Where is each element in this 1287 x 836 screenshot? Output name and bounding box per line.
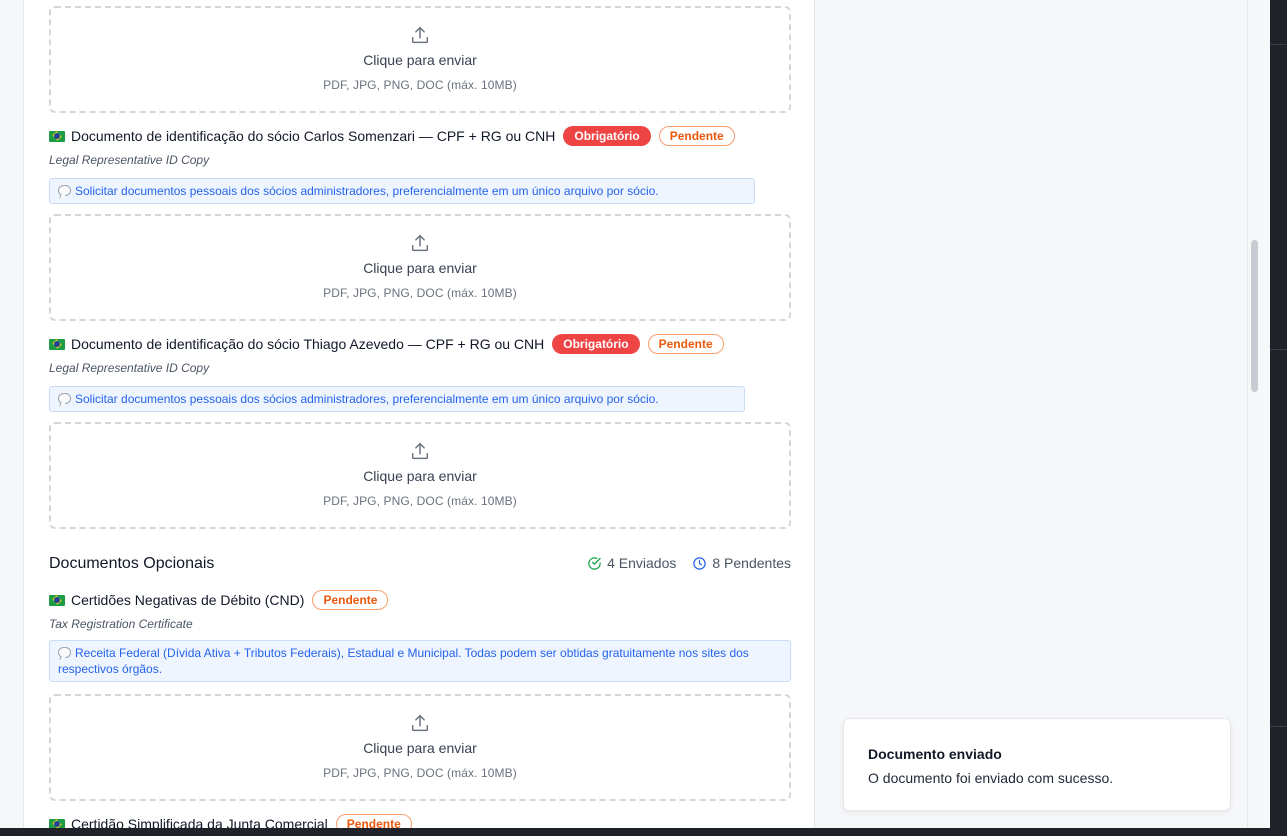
section-stats: 4 Enviados 8 Pendentes	[587, 555, 791, 571]
doc-title: Documento de identificação do sócio Thia…	[49, 336, 544, 352]
upload-dropzone[interactable]: Clique para enviar PDF, JPG, PNG, DOC (m…	[49, 422, 791, 529]
brazil-flag-icon	[49, 594, 65, 606]
doc-note-text: Receita Federal (Dívida Ativa + Tributos…	[58, 646, 749, 676]
upload-hint: PDF, JPG, PNG, DOC (máx. 10MB)	[323, 494, 517, 508]
brazil-flag-icon	[49, 130, 65, 142]
edge-divider	[1270, 726, 1287, 727]
documents-card[interactable]: Clique para enviar PDF, JPG, PNG, DOC (m…	[23, 0, 815, 836]
pending-badge: Pendente	[647, 334, 724, 354]
speech-bubble-icon	[58, 185, 71, 196]
upload-icon	[411, 714, 429, 732]
upload-dropzone[interactable]: Clique para enviar PDF, JPG, PNG, DOC (m…	[49, 694, 791, 801]
doc-subtitle: Legal Representative ID Copy	[49, 153, 210, 167]
upload-icon	[411, 442, 429, 460]
upload-label: Clique para enviar	[363, 260, 477, 276]
side-panel	[815, 0, 1248, 836]
clock-icon	[693, 556, 707, 570]
optional-section-header: Documentos Opcionais 4 Enviados 8 Penden…	[49, 555, 791, 575]
app-frame: Clique para enviar PDF, JPG, PNG, DOC (m…	[0, 0, 1287, 836]
edge-divider	[1270, 44, 1287, 45]
brazil-flag-icon	[49, 338, 65, 350]
section-title: Documentos Opcionais	[49, 555, 215, 572]
upload-label: Clique para enviar	[363, 740, 477, 756]
doc-subtitle: Legal Representative ID Copy	[49, 361, 210, 375]
pending-count-label: 8 Pendentes	[712, 555, 791, 571]
pending-badge: Pendente	[658, 126, 735, 146]
doc-note: Receita Federal (Dívida Ativa + Tributos…	[49, 640, 791, 682]
upload-hint: PDF, JPG, PNG, DOC (máx. 10MB)	[323, 286, 517, 300]
upload-label: Clique para enviar	[363, 52, 477, 68]
doc-title: Certidões Negativas de Débito (CND)	[49, 592, 304, 608]
check-circle-icon	[588, 556, 601, 570]
sent-count: 4 Enviados	[587, 555, 676, 571]
required-badge: Obrigatório	[563, 126, 651, 146]
doc-note-text: Solicitar documentos pessoais dos sócios…	[75, 392, 659, 406]
doc-row-thiago: Documento de identificação do sócio Thia…	[49, 333, 724, 355]
toast-title: Documento enviado	[868, 746, 1002, 762]
upload-label: Clique para enviar	[363, 468, 477, 484]
sent-count-label: 4 Enviados	[607, 555, 677, 571]
window-bottom-edge	[0, 828, 1287, 836]
pending-badge: Pendente	[312, 590, 389, 610]
success-toast[interactable]: Documento enviado O documento foi enviad…	[843, 718, 1231, 811]
doc-title-text: Documento de identificação do sócio Thia…	[71, 336, 545, 352]
edge-divider	[1270, 349, 1287, 350]
upload-hint: PDF, JPG, PNG, DOC (máx. 10MB)	[323, 78, 517, 92]
pending-count: 8 Pendentes	[692, 555, 791, 571]
speech-bubble-icon	[58, 647, 71, 658]
doc-title-text: Certidões Negativas de Débito (CND)	[71, 592, 305, 608]
upload-dropzone[interactable]: Clique para enviar PDF, JPG, PNG, DOC (m…	[49, 6, 791, 113]
page-margin	[0, 0, 24, 836]
upload-icon	[411, 26, 429, 44]
upload-dropzone[interactable]: Clique para enviar PDF, JPG, PNG, DOC (m…	[49, 214, 791, 321]
doc-note-text: Solicitar documentos pessoais dos sócios…	[75, 184, 659, 198]
doc-title-text: Documento de identificação do sócio Carl…	[71, 128, 556, 144]
window-edge	[1270, 0, 1287, 836]
doc-subtitle: Tax Registration Certificate	[49, 617, 193, 631]
scrollbar-track[interactable]	[1248, 0, 1262, 836]
speech-bubble-icon	[58, 393, 71, 404]
upload-icon	[411, 234, 429, 252]
doc-note: Solicitar documentos pessoais dos sócios…	[49, 386, 745, 412]
upload-hint: PDF, JPG, PNG, DOC (máx. 10MB)	[323, 766, 517, 780]
doc-row-carlos: Documento de identificação do sócio Carl…	[49, 125, 735, 147]
required-badge: Obrigatório	[552, 334, 640, 354]
doc-row-cnd: Certidões Negativas de Débito (CND) Pend…	[49, 589, 389, 611]
scrollbar-thumb[interactable]	[1251, 240, 1258, 392]
doc-title: Documento de identificação do sócio Carl…	[49, 128, 555, 144]
doc-note: Solicitar documentos pessoais dos sócios…	[49, 178, 755, 204]
toast-message: O documento foi enviado com sucesso.	[868, 770, 1114, 786]
